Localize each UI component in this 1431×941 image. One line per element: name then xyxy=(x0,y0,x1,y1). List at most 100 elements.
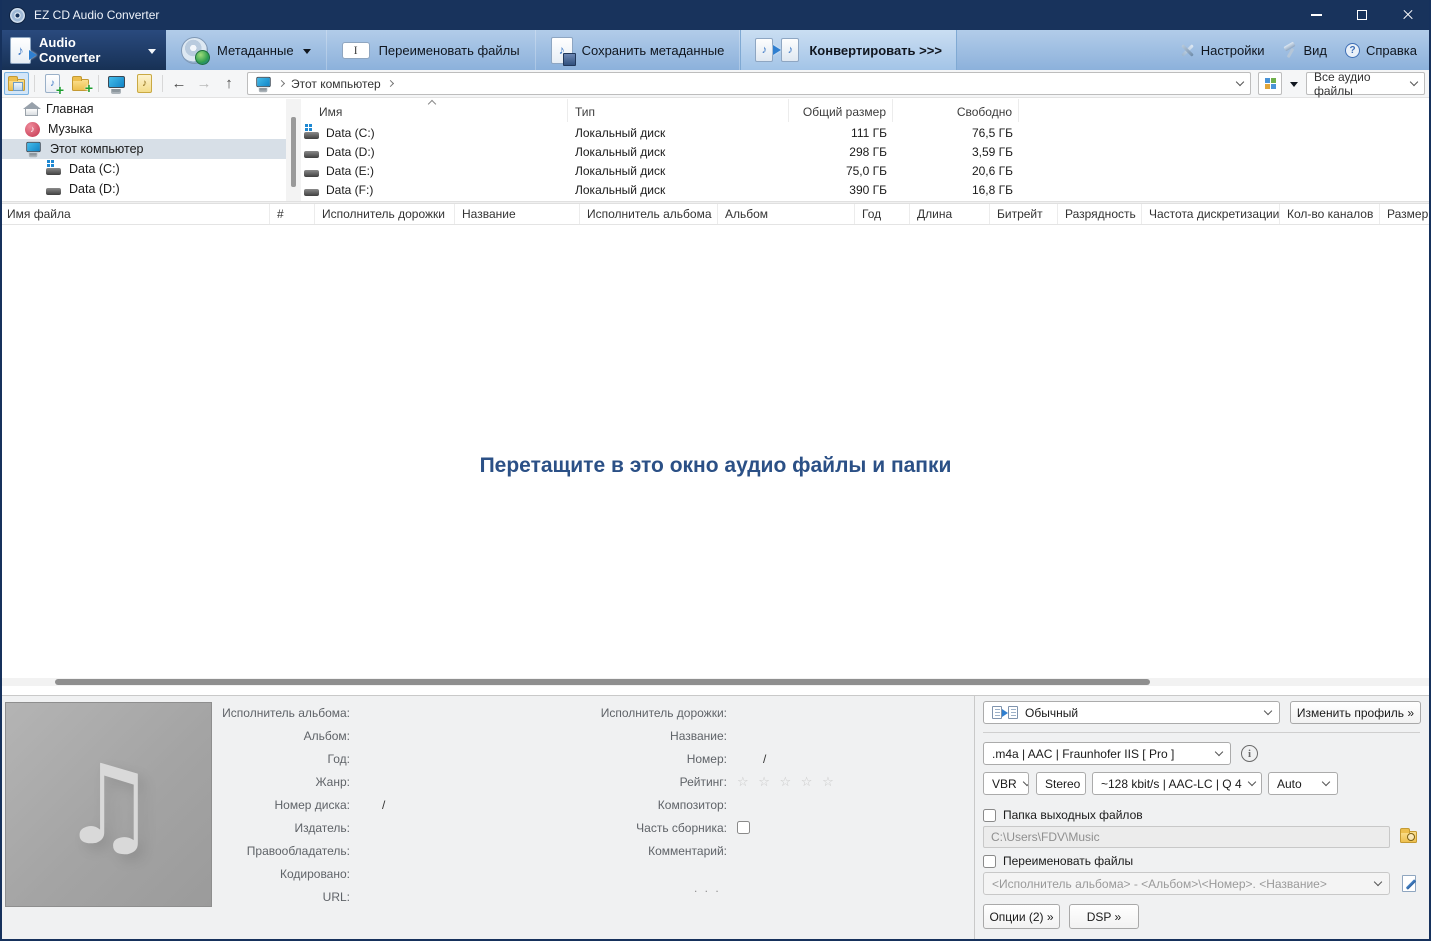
scrollbar-thumb[interactable] xyxy=(55,679,1150,685)
tree-item-drive-d[interactable]: Data (D:) xyxy=(0,179,286,199)
column-header-bit-depth[interactable]: Разрядность xyxy=(1058,204,1142,224)
track-number-label: Номер: xyxy=(686,751,727,766)
music-files-button[interactable] xyxy=(132,72,157,95)
add-folder-button[interactable] xyxy=(68,72,93,96)
column-header-sample-rate[interactable]: Частота дискретизации xyxy=(1142,204,1280,224)
column-header-free[interactable]: Свободно xyxy=(893,99,1019,122)
column-header-album[interactable]: Альбом xyxy=(718,204,855,224)
column-header-size[interactable]: Размер xyxy=(1380,204,1431,224)
up-button[interactable]: ↑ xyxy=(218,72,240,95)
album-label: Альбом: xyxy=(303,728,350,743)
column-header-bitrate[interactable]: Битрейт xyxy=(990,204,1058,224)
drive-row-e[interactable]: Data (E:) Локальный диск 75,0 ГБ 20,6 ГБ xyxy=(301,161,1431,180)
save-metadata-button[interactable]: Сохранить метаданные xyxy=(536,30,741,70)
computer-button[interactable] xyxy=(104,72,129,95)
drive-list: Имя Тип Общий размер Свободно Data (C:) … xyxy=(301,99,1431,201)
column-header-filename[interactable]: Имя файла xyxy=(0,204,270,224)
bitrate-mode-value: VBR xyxy=(992,776,1017,791)
app-window: EZ CD Audio Converter Audio Converter Ме… xyxy=(0,0,1431,941)
column-header-title[interactable]: Название xyxy=(455,204,580,224)
home-folder-button[interactable] xyxy=(4,72,29,95)
view-button[interactable]: Вид xyxy=(1282,43,1327,58)
tree-item-home[interactable]: Главная xyxy=(0,99,286,119)
dsp-label: DSP » xyxy=(1086,909,1122,924)
composer-label: Композитор: xyxy=(657,797,727,812)
channels-dropdown[interactable]: Stereo xyxy=(1036,772,1086,795)
disc-number-field[interactable]: / xyxy=(350,798,390,812)
compilation-checkbox[interactable] xyxy=(737,821,750,834)
chevron-down-icon xyxy=(1022,777,1028,786)
convert-button[interactable]: Конвертировать >>> xyxy=(740,30,957,70)
help-button[interactable]: Справка xyxy=(1345,42,1417,58)
metadata-button[interactable]: Метаданные xyxy=(166,30,327,70)
tree-scrollbar[interactable] xyxy=(286,99,301,201)
breadcrumb-this-pc[interactable]: Этот компьютер xyxy=(291,77,381,91)
format-dropdown[interactable]: .m4a | AAC | Fraunhofer IIS [ Pro ] xyxy=(983,742,1231,765)
column-header-track-artist[interactable]: Исполнитель дорожки xyxy=(315,204,455,224)
output-folder-path-field[interactable]: C:\Users\FDV\Music xyxy=(983,826,1390,848)
album-metadata-fields: Исполнитель альбома: Альбом: Год: Жанр: … xyxy=(220,701,550,908)
drive-row-c[interactable]: Data (C:) Локальный диск 111 ГБ 76,5 ГБ xyxy=(301,123,1431,142)
settings-button[interactable]: Настройки xyxy=(1180,43,1265,58)
bitrate-dropdown[interactable]: ~128 kbit/s | AAC-LC | Q 4 xyxy=(1092,772,1262,795)
year-label: Год: xyxy=(327,751,350,766)
scrollbar-thumb[interactable] xyxy=(291,117,296,187)
profile-dropdown[interactable]: Обычный xyxy=(983,701,1280,724)
rename-files-checkbox[interactable] xyxy=(983,854,996,868)
bitrate-mode-dropdown[interactable]: VBR xyxy=(983,772,1029,795)
bitrate-value: ~128 kbit/s | AAC-LC | Q 4 xyxy=(1101,776,1242,791)
options-button[interactable]: Опции (2) » xyxy=(983,904,1060,929)
address-bar[interactable]: Этот компьютер xyxy=(247,72,1251,95)
column-header-type[interactable]: Тип xyxy=(568,99,789,122)
column-header-channels[interactable]: Кол-во каналов xyxy=(1280,204,1380,224)
edit-profile-button[interactable]: Изменить профиль » xyxy=(1290,701,1421,724)
comment-label: Комментарий: xyxy=(648,843,727,858)
maximize-button[interactable] xyxy=(1339,0,1385,30)
rename-files-checkbox-row[interactable]: Переименовать файлы xyxy=(983,854,1133,868)
add-files-button[interactable] xyxy=(40,72,65,98)
drive-row-f[interactable]: Data (F:) Локальный диск 390 ГБ 16,8 ГБ xyxy=(301,180,1431,199)
audio-converter-menu-button[interactable]: Audio Converter xyxy=(0,30,166,70)
column-header-album-artist[interactable]: Исполнитель альбома xyxy=(580,204,718,224)
rating-stars[interactable]: ☆ ☆ ☆ ☆ ☆ xyxy=(727,774,837,790)
browse-folder-icon xyxy=(1400,828,1417,843)
forward-button[interactable]: → xyxy=(193,72,215,95)
track-number-field[interactable]: / xyxy=(727,752,767,766)
rename-pattern-dropdown[interactable]: <Исполнитель альбома> - <Альбом>\<Номер>… xyxy=(983,872,1390,895)
rename-files-button[interactable]: Переименовать файлы xyxy=(327,30,536,70)
track-metadata-fields: Исполнитель дорожки: Название: Номер: / Р… xyxy=(555,701,965,862)
back-button[interactable]: ← xyxy=(168,72,190,95)
column-header-year[interactable]: Год xyxy=(855,204,910,224)
column-header-length[interactable]: Длина xyxy=(910,204,990,224)
address-dropdown-icon[interactable] xyxy=(1235,77,1245,86)
audio-converter-icon xyxy=(10,36,31,64)
column-header-size[interactable]: Общий размер xyxy=(789,99,893,122)
dsp-button[interactable]: DSP » xyxy=(1069,904,1139,929)
drive-icon xyxy=(304,188,319,196)
edit-pattern-button[interactable] xyxy=(1396,872,1421,894)
view-mode-button[interactable] xyxy=(1258,72,1282,95)
tree-item-this-pc[interactable]: Этот компьютер xyxy=(0,139,286,159)
file-filter-dropdown[interactable]: Все аудио файлы xyxy=(1306,70,1425,98)
sample-rate-value: Auto xyxy=(1277,776,1302,791)
column-header-number[interactable]: # xyxy=(270,204,315,224)
browse-folder-button[interactable] xyxy=(1396,826,1421,848)
minimize-button[interactable] xyxy=(1293,0,1339,30)
chevron-down-icon xyxy=(148,48,156,54)
tree-item-music[interactable]: Музыка xyxy=(0,119,286,139)
output-folder-checkbox-row[interactable]: Папка выходных файлов xyxy=(983,808,1143,822)
drive-row-d[interactable]: Data (D:) Локальный диск 298 ГБ 3,59 ГБ xyxy=(301,142,1431,161)
output-folder-checkbox[interactable] xyxy=(983,808,996,822)
view-label: Вид xyxy=(1303,42,1327,58)
options-label: Опции (2) » xyxy=(989,909,1054,924)
sample-rate-dropdown[interactable]: Auto xyxy=(1268,772,1338,795)
rating-label: Рейтинг: xyxy=(679,774,727,789)
horizontal-scrollbar[interactable] xyxy=(0,678,1431,686)
format-info-icon[interactable] xyxy=(1241,745,1258,762)
navigation-toolbar: ← → ↑ Этот компьютер Все аудио файлы xyxy=(0,70,1431,98)
close-button[interactable] xyxy=(1385,0,1431,30)
view-mode-dropdown[interactable] xyxy=(1285,72,1303,95)
album-art-placeholder[interactable]: ♫ xyxy=(5,702,212,907)
tree-item-drive-c[interactable]: Data (C:) xyxy=(0,159,286,179)
track-list-pane[interactable]: Имя файла # Исполнитель дорожки Название… xyxy=(0,204,1431,695)
